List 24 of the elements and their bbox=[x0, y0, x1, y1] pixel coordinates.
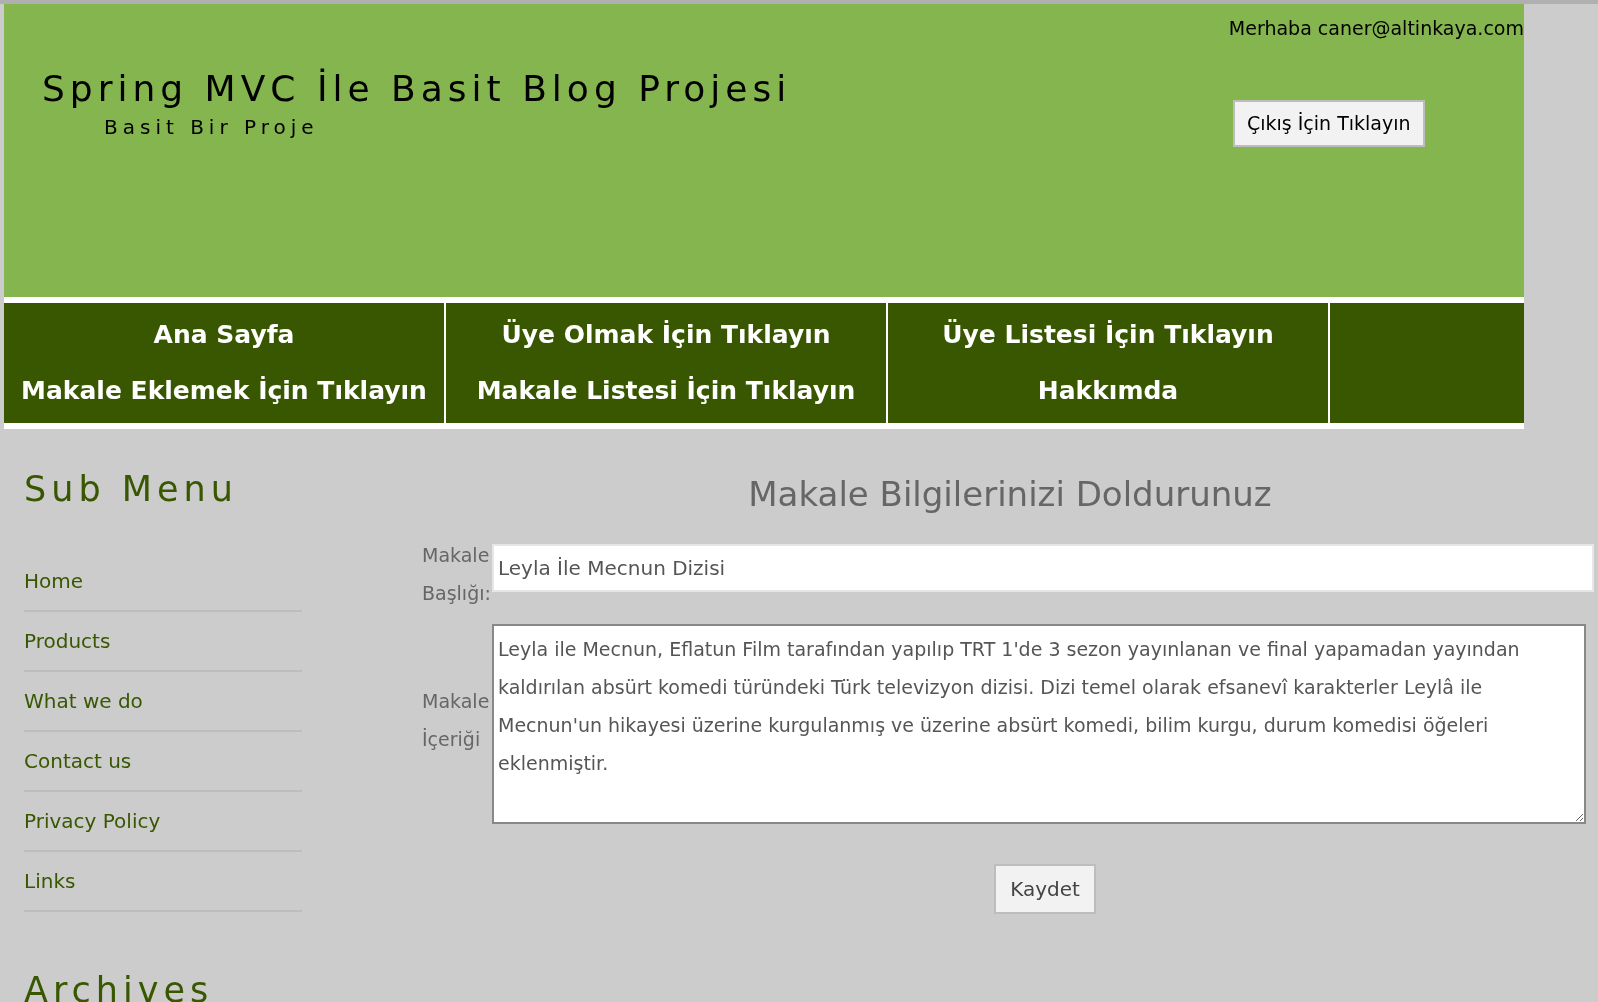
nav-link[interactable]: Ana Sayfa bbox=[153, 316, 295, 354]
sidebar-link[interactable]: Products bbox=[24, 625, 111, 656]
sidebar-link[interactable]: Contact us bbox=[24, 745, 132, 776]
field-label: Makale Başlığı: bbox=[422, 543, 492, 606]
greeting-text: Merhaba caner@altinkaya.com bbox=[1228, 16, 1524, 41]
field-label: Makale İçeriği bbox=[422, 689, 491, 752]
sidebar-link[interactable]: Links bbox=[24, 865, 76, 896]
site-title: Spring MVC İle Basit Blog Projesi bbox=[42, 67, 792, 111]
save-button[interactable]: Kaydet bbox=[994, 864, 1096, 914]
title-field[interactable]: Leyla İle Mecnun Dizisi bbox=[492, 544, 1594, 592]
nav-link[interactable]: Makale Listesi İçin Tıklayın bbox=[476, 372, 856, 410]
archives-title: Archives bbox=[24, 968, 215, 1002]
content-field[interactable]: Leyla ile Mecnun, Eflatun Film tarafından yapılıp TRT 1'de 3 sezon yayınlanan ve final yapamadan yayından kaldırılan absürt komedi türündeki Türk televizyon dizisi. Dizi temel olarak efsanevî karakterler Leylâ ile Mecnun'un hikayesi üzerine kurgulanmış ve üzerine absürt komedi, bilim kurgu, durum komedisi öğeleri eklenmiştir. bbox=[492, 624, 1586, 824]
site-subtitle: Basit Bir Proje bbox=[104, 114, 319, 141]
sidebar-title: Sub Menu bbox=[24, 468, 239, 511]
nav-link[interactable]: Makale Eklemek İçin Tıklayın bbox=[21, 372, 427, 410]
sidebar-link[interactable]: What we do bbox=[24, 685, 143, 716]
sidebar-link[interactable]: Home bbox=[24, 565, 84, 596]
logout-button[interactable]: Çıkış İçin Tıklayın bbox=[1233, 100, 1425, 147]
nav-link[interactable]: Üye Listesi İçin Tıklayın bbox=[942, 316, 1274, 354]
nav-link[interactable]: Hakkımda bbox=[1037, 372, 1179, 410]
nav-link[interactable]: Üye Olmak İçin Tıklayın bbox=[501, 316, 831, 354]
form-heading: Makale Bilgilerinizi Doldurunuz bbox=[747, 473, 1273, 516]
sidebar-link[interactable]: Privacy Policy bbox=[24, 805, 161, 836]
